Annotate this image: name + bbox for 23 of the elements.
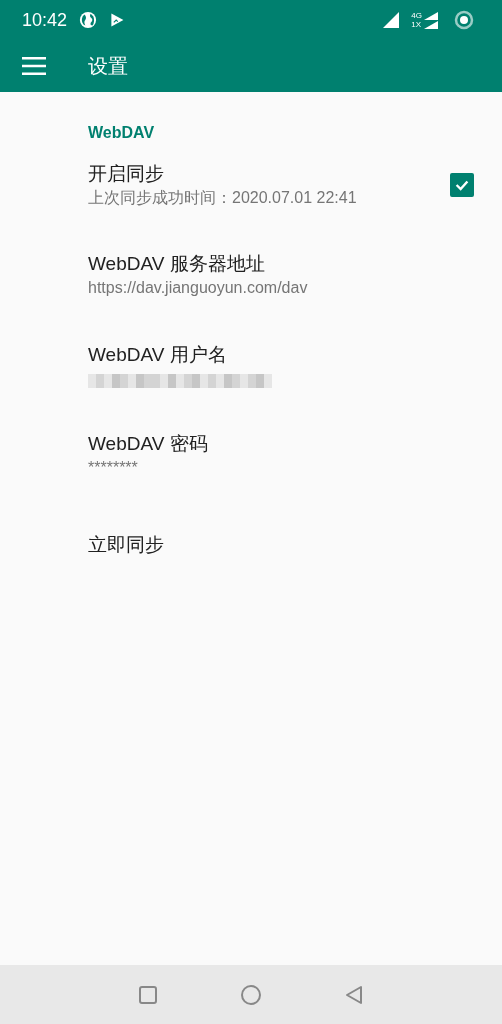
status-time: 10:42 bbox=[22, 9, 68, 31]
home-icon[interactable] bbox=[240, 983, 262, 1006]
back-icon[interactable] bbox=[344, 984, 364, 1005]
setting-title[interactable]: 立即同步 bbox=[88, 532, 474, 558]
signal-icon bbox=[383, 12, 400, 28]
screen-title: 设置 bbox=[88, 53, 128, 79]
ring-icon bbox=[454, 10, 474, 30]
setting-summary: 上次同步成功时间：2020.07.01 22:41 bbox=[88, 188, 358, 208]
section-header: WebDAV bbox=[88, 123, 156, 140]
checkbox[interactable] bbox=[450, 173, 474, 197]
network-label: 1X bbox=[411, 20, 422, 29]
setting-summary: ******** bbox=[88, 458, 139, 478]
setting-title[interactable]: WebDAV 密码 bbox=[88, 431, 474, 457]
menu-icon[interactable] bbox=[22, 57, 46, 75]
network-label: 4G bbox=[411, 11, 422, 20]
setting-title[interactable]: WebDAV 服务器地址 bbox=[88, 251, 474, 277]
signal-icon bbox=[424, 20, 438, 29]
setting-summary: https://dav.jianguoyun.com/dav bbox=[88, 278, 309, 298]
setting-title[interactable]: WebDAV 用户名 bbox=[88, 342, 474, 368]
signal-icon bbox=[424, 11, 438, 20]
globe-icon bbox=[79, 11, 98, 29]
recents-icon[interactable] bbox=[138, 984, 158, 1005]
setting-title[interactable]: 开启同步 bbox=[88, 161, 450, 187]
